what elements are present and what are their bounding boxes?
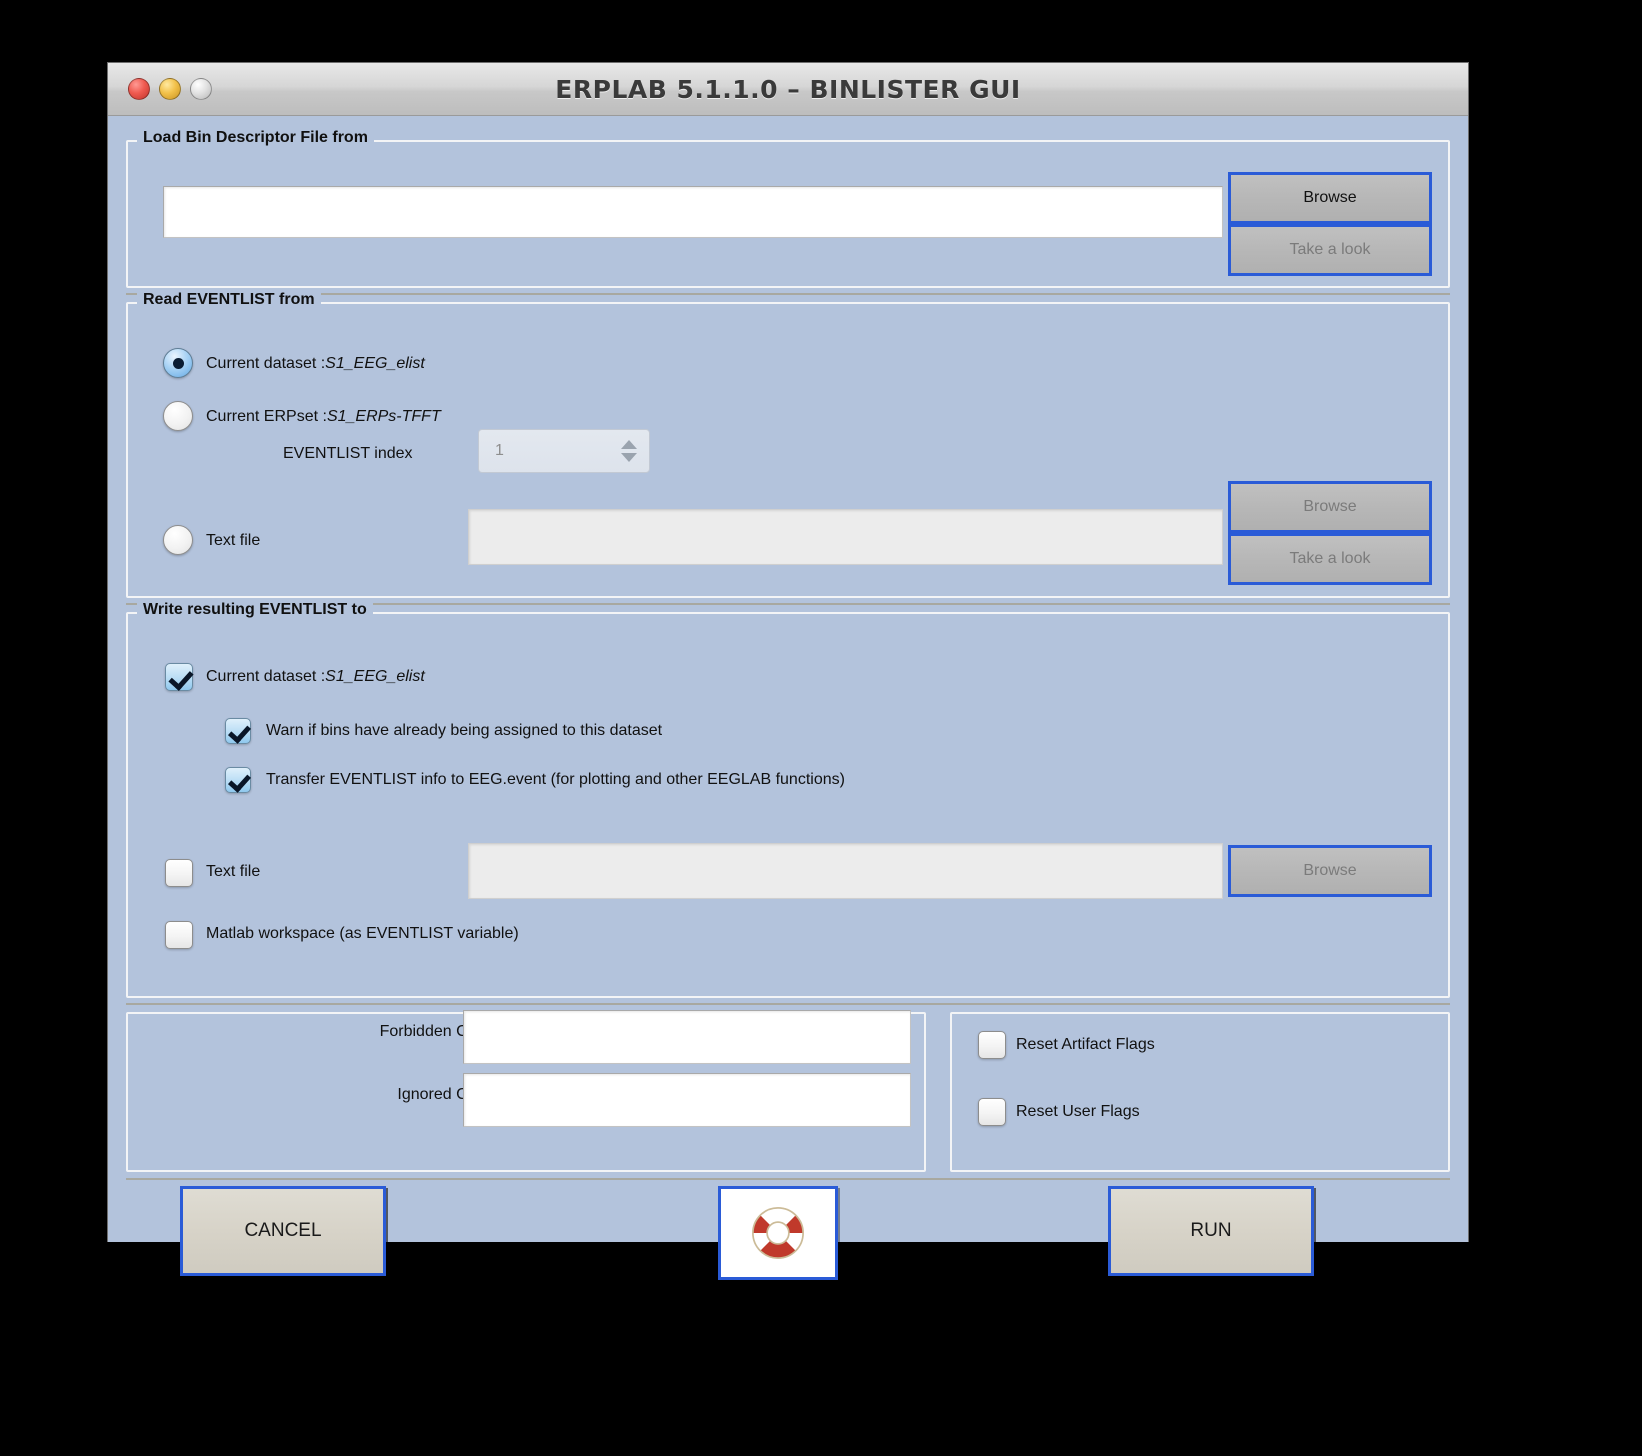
lifesaver-icon [752,1207,804,1259]
panel-divider-4 [126,1178,1450,1180]
read-source-text-file-radio[interactable] [163,525,193,555]
eventlist-index-value: 1 [495,442,504,459]
read-source-current-erpset-label: Current ERPset :S1_ERPs-TFFT [206,408,441,426]
bdf-take-a-look-button[interactable]: Take a look [1228,224,1432,276]
bdf-browse-button[interactable]: Browse [1228,172,1432,224]
window-client-area: Load Bin Descriptor File from Browse Tak… [108,116,1468,1280]
write-text-file-path-input[interactable] [468,843,1223,899]
help-button[interactable] [718,1186,838,1280]
transfer-eventlist-label: Transfer EVENTLIST info to EEG.event (fo… [266,771,845,788]
chevron-up-icon[interactable] [621,440,637,449]
read-browse-button[interactable]: Browse [1228,481,1432,533]
write-text-file-label: Text file [206,863,261,880]
forbidden-codes-input[interactable] [463,1010,911,1064]
cancel-button[interactable]: CANCEL [180,1186,386,1276]
panel-divider-3 [126,1003,1450,1005]
close-button[interactable] [128,78,150,100]
write-eventlist-panel-legend: Write resulting EVENTLIST to [137,601,373,619]
write-dataset-value: S1_EEG_elist [325,668,425,685]
screen-root: ERPLAB 5.1.1.0 – BINLISTER GUI Load Bin … [0,0,1642,1456]
write-current-dataset-checkbox[interactable] [165,663,193,691]
load-bdf-panel-legend: Load Bin Descriptor File from [137,129,374,147]
reset-artifact-flags-label: Reset Artifact Flags [1016,1036,1155,1053]
window-title: ERPLAB 5.1.1.0 – BINLISTER GUI [555,74,1021,104]
write-browse-button[interactable]: Browse [1228,845,1432,897]
reset-user-flags-checkbox[interactable] [978,1098,1006,1126]
read-source-current-erpset-radio[interactable] [163,401,193,431]
bdf-path-input[interactable] [163,186,1223,238]
minimize-button[interactable] [159,78,181,100]
read-dataset-prefix: Current dataset : [206,355,326,372]
spinner-arrows[interactable] [621,440,637,462]
window-titlebar: ERPLAB 5.1.1.0 – BINLISTER GUI [108,63,1468,116]
read-source-current-dataset-radio[interactable] [163,348,193,378]
warn-bins-checkbox[interactable] [225,718,251,744]
read-dataset-value: S1_EEG_elist [325,355,425,372]
read-take-a-look-button[interactable]: Take a look [1228,533,1432,585]
binlister-gui-window: ERPLAB 5.1.1.0 – BINLISTER GUI Load Bin … [107,62,1469,1280]
write-current-dataset-label: Current dataset :S1_EEG_elist [206,668,425,686]
zoom-button[interactable] [190,78,212,100]
transfer-eventlist-checkbox[interactable] [225,767,251,793]
panel-divider-1 [126,293,1450,295]
write-dataset-prefix: Current dataset : [206,668,326,685]
ignored-codes-input[interactable] [463,1073,911,1127]
write-text-file-checkbox[interactable] [165,859,193,887]
window-controls [128,78,212,100]
chevron-down-icon[interactable] [621,453,637,462]
matlab-workspace-checkbox[interactable] [165,921,193,949]
read-text-file-path-input[interactable] [468,509,1223,565]
read-source-text-file-label: Text file [206,532,261,549]
warn-bins-label: Warn if bins have already being assigned… [266,722,663,739]
run-button[interactable]: RUN [1108,1186,1314,1276]
eventlist-index-spinner[interactable]: 1 [478,429,650,473]
eventlist-index-label: EVENTLIST index [283,445,413,462]
reset-artifact-flags-checkbox[interactable] [978,1031,1006,1059]
read-eventlist-panel-legend: Read EVENTLIST from [137,291,321,309]
read-erpset-value: S1_ERPs-TFFT [326,408,441,425]
read-erpset-prefix: Current ERPset : [206,408,327,425]
read-source-current-dataset-label: Current dataset :S1_EEG_elist [206,355,425,373]
matlab-workspace-label: Matlab workspace (as EVENTLIST variable) [206,925,519,942]
reset-user-flags-label: Reset User Flags [1016,1103,1140,1120]
